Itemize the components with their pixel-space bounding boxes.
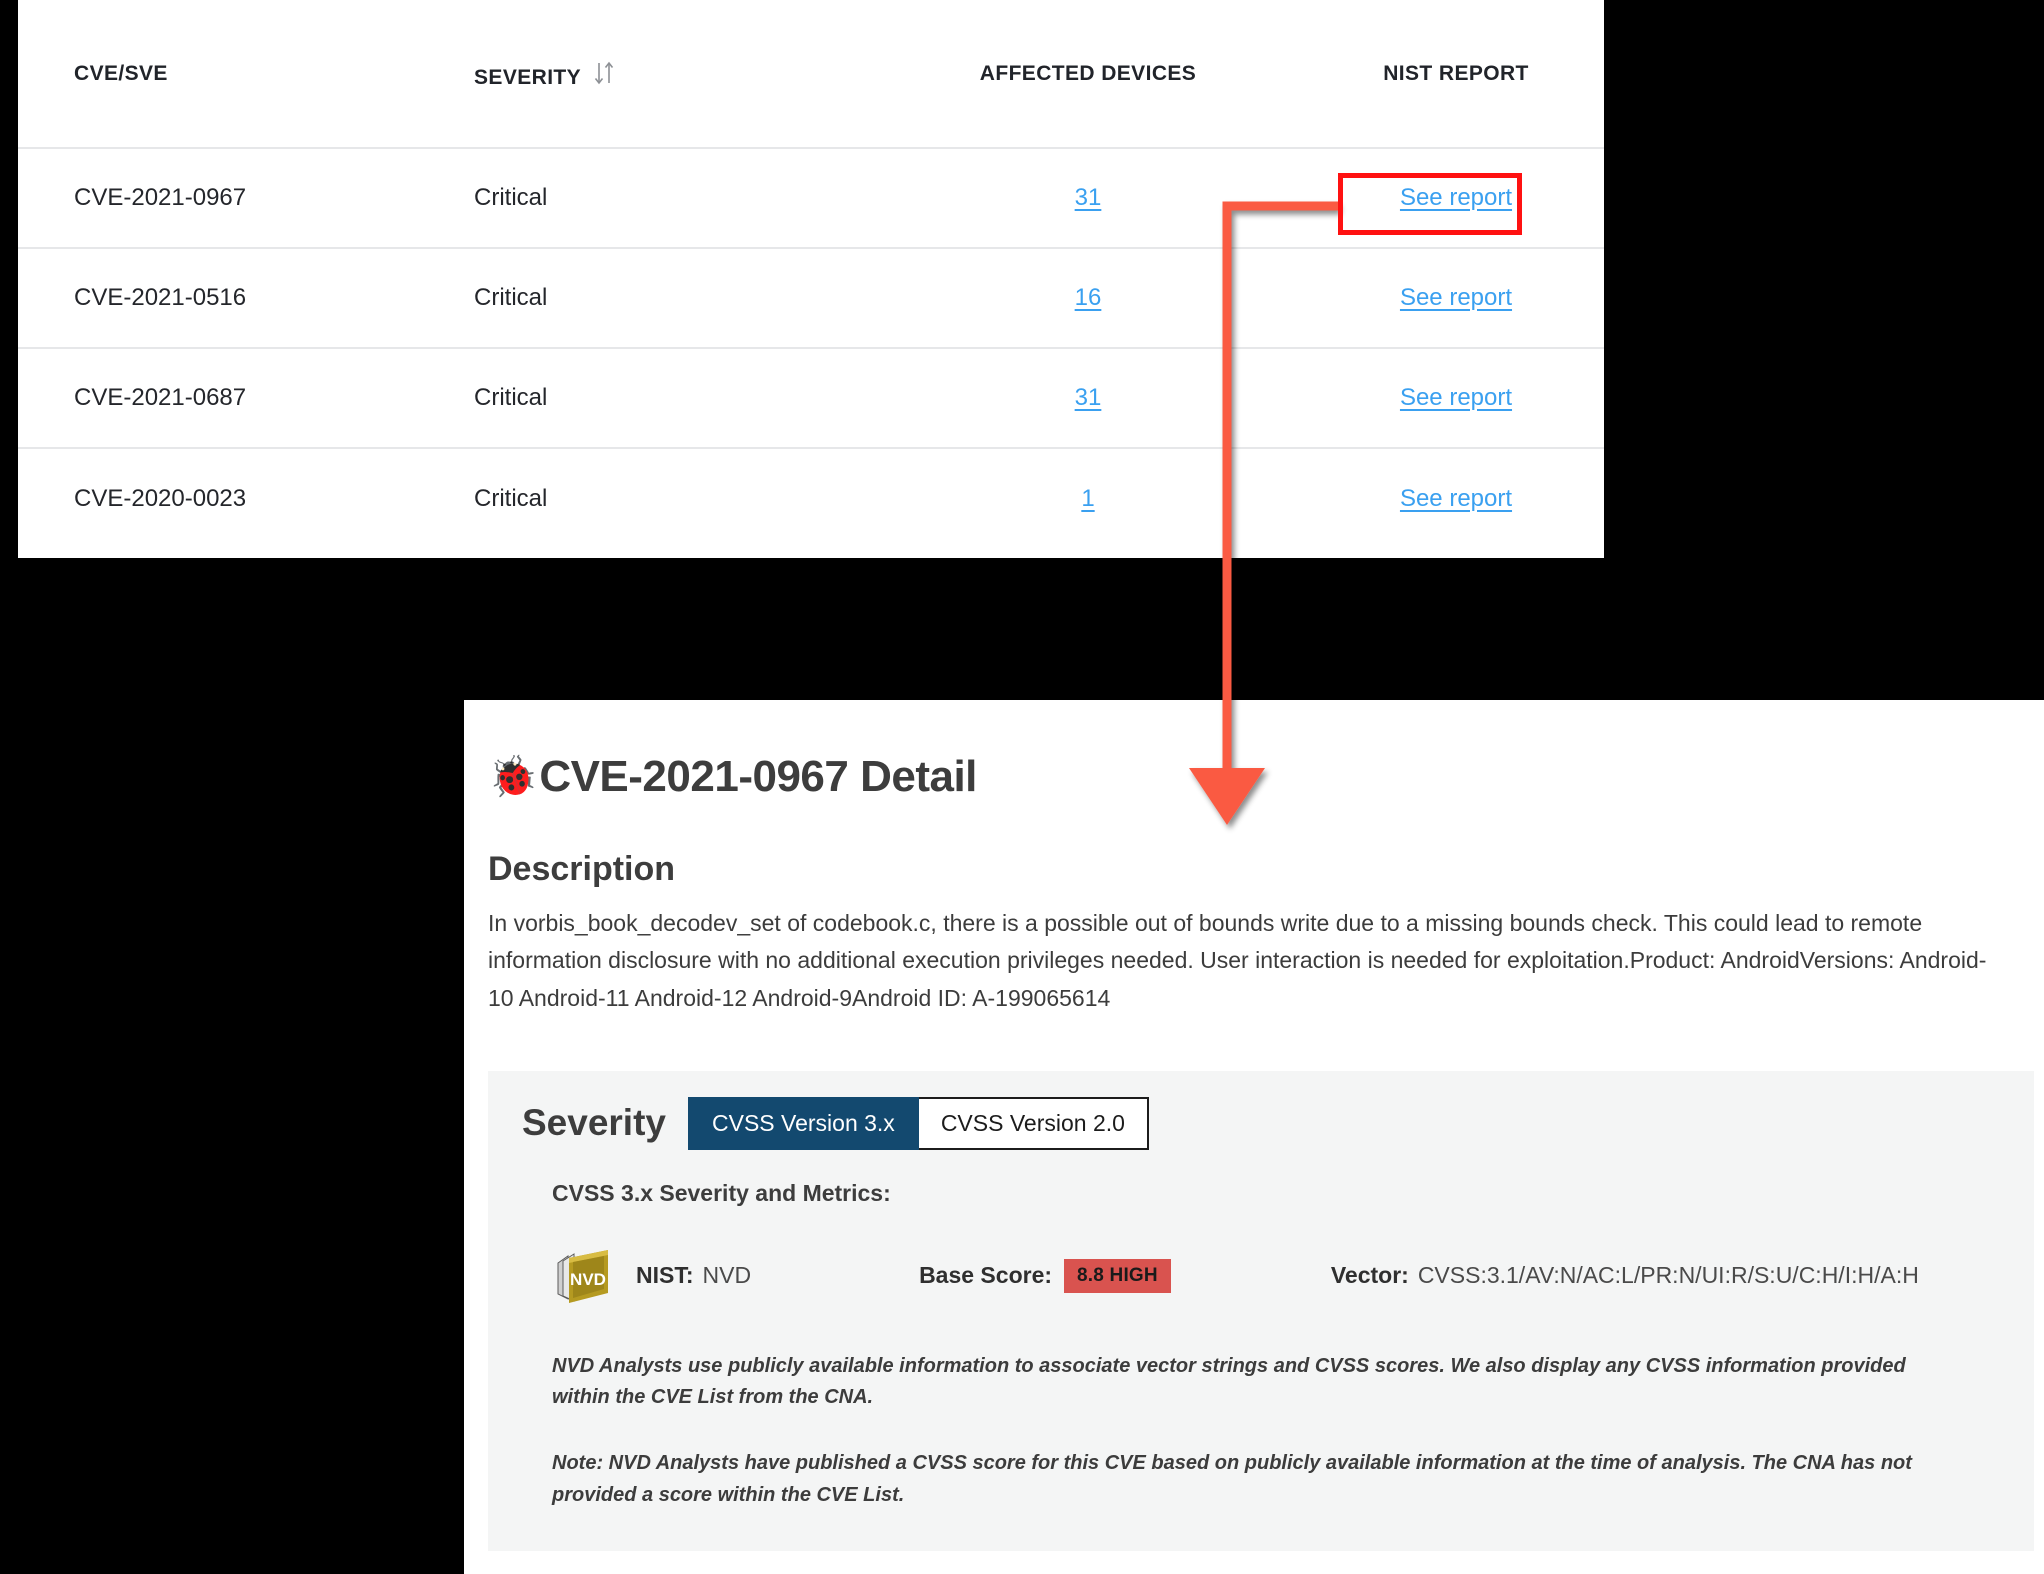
cell-cve: CVE-2021-0516 bbox=[18, 248, 428, 349]
column-header-severity[interactable]: SEVERITY bbox=[428, 0, 868, 149]
detail-page-title-text: CVE-2021-0967 Detail bbox=[539, 752, 977, 801]
column-header-nist-report-label: NIST REPORT bbox=[1383, 61, 1529, 85]
detail-page-title: 🐞 CVE-2021-0967 Detail bbox=[488, 752, 2004, 802]
cell-severity: Critical bbox=[428, 148, 868, 249]
description-heading: Description bbox=[488, 850, 676, 888]
table-row: CVE-2020-0023 Critical 1 See report bbox=[18, 448, 1604, 548]
vector-label: Vector: bbox=[1330, 1262, 1409, 1289]
cve-table: CVE/SVE SEVERITY AFFECTED DEVICES NIST R… bbox=[18, 0, 1604, 548]
cve-detail-panel: 🐞 CVE-2021-0967 Detail Description In vor… bbox=[464, 700, 2044, 1574]
svg-text:NVD: NVD bbox=[570, 1270, 606, 1289]
column-header-cve-label: CVE/SVE bbox=[74, 61, 168, 85]
description-text: In vorbis_book_decodev_set of codebook.c… bbox=[488, 910, 1987, 1011]
cell-affected-devices: 31 bbox=[868, 348, 1308, 449]
severity-title: Severity bbox=[522, 1102, 666, 1144]
cell-affected-devices: 16 bbox=[868, 248, 1308, 349]
nvd-analysts-note: NVD Analysts use publicly available info… bbox=[552, 1354, 1906, 1409]
cell-affected-devices: 1 bbox=[868, 448, 1308, 548]
see-report-link[interactable]: See report bbox=[1400, 284, 1512, 311]
severity-header-row: Severity CVSS Version 3.x CVSS Version 2… bbox=[522, 1096, 2000, 1150]
see-report-link[interactable]: See report bbox=[1400, 485, 1512, 512]
vector-group: Vector: CVSS:3.1/AV:N/AC:L/PR:N/UI:R/S:U… bbox=[1331, 1262, 1919, 1289]
severity-section: Severity CVSS Version 3.x CVSS Version 2… bbox=[488, 1070, 2034, 1552]
table-header: CVE/SVE SEVERITY AFFECTED DEVICES NIST R… bbox=[18, 0, 1604, 149]
column-header-severity-label: SEVERITY bbox=[474, 65, 582, 89]
see-report-link[interactable]: See report bbox=[1400, 184, 1512, 211]
base-score-label: Base Score: bbox=[919, 1262, 1053, 1289]
screenshot-stage: CVE/SVE SEVERITY AFFECTED DEVICES NIST R… bbox=[0, 0, 2044, 1574]
cell-severity: Critical bbox=[428, 248, 868, 349]
vector-value: CVSS:3.1/AV:N/AC:L/PR:N/UI:R/S:U/C:H/I:H… bbox=[1417, 1262, 1919, 1289]
table-row: CVE-2021-0687 Critical 31 See report bbox=[18, 348, 1604, 449]
cvss-metrics-row: NVD NIST: NVD Base Score: 8.8 HIGH Vecto… bbox=[552, 1245, 2000, 1307]
nvd-book-icon: NVD bbox=[552, 1245, 614, 1307]
table-row: CVE-2021-0516 Critical 16 See report bbox=[18, 248, 1604, 349]
cell-nist-report: See report bbox=[1308, 148, 1604, 249]
cell-severity: Critical bbox=[428, 348, 868, 449]
affected-devices-link[interactable]: 16 bbox=[1075, 284, 1102, 311]
affected-devices-link[interactable]: 31 bbox=[1075, 184, 1102, 211]
tab-cvss-v2[interactable]: CVSS Version 2.0 bbox=[918, 1096, 1149, 1150]
cell-severity: Critical bbox=[474, 484, 548, 512]
sort-updown-icon[interactable] bbox=[591, 58, 617, 88]
cell-cve: CVE-2021-0967 bbox=[18, 148, 428, 249]
nist-label: NIST: bbox=[636, 1262, 694, 1289]
base-score-group: Base Score: 8.8 HIGH bbox=[919, 1258, 1171, 1293]
column-header-cve[interactable]: CVE/SVE bbox=[18, 0, 428, 149]
nist-value: NVD bbox=[702, 1262, 752, 1289]
column-header-nist-report[interactable]: NIST REPORT bbox=[1308, 0, 1604, 149]
cve-table-panel: CVE/SVE SEVERITY AFFECTED DEVICES NIST R… bbox=[18, 0, 1604, 558]
table-header-row: CVE/SVE SEVERITY AFFECTED DEVICES NIST R… bbox=[18, 0, 1604, 149]
base-score-badge[interactable]: 8.8 HIGH bbox=[1064, 1258, 1171, 1293]
see-report-link[interactable]: See report bbox=[1400, 384, 1512, 411]
tab-cvss-v3[interactable]: CVSS Version 3.x bbox=[688, 1096, 919, 1150]
table-body: CVE-2021-0967 Critical 31 See report CVE… bbox=[18, 148, 1604, 548]
cell-affected-devices: 31 bbox=[868, 148, 1308, 249]
cell-nist-report: See report bbox=[1308, 448, 1604, 548]
cna-score-note: Note: NVD Analysts have published a CVSS… bbox=[552, 1451, 1912, 1506]
table-row: CVE-2021-0967 Critical 31 See report bbox=[18, 148, 1604, 249]
cell-nist-report: See report bbox=[1308, 348, 1604, 449]
cell-nist-report: See report bbox=[1308, 248, 1604, 349]
nist-source: NIST: NVD bbox=[636, 1262, 751, 1289]
affected-devices-link[interactable]: 31 bbox=[1075, 384, 1102, 411]
cvss-version-tabs: CVSS Version 3.x CVSS Version 2.0 bbox=[688, 1096, 1149, 1150]
column-header-affected-devices-label: AFFECTED DEVICES bbox=[979, 61, 1197, 85]
cell-cve: CVE-2020-0023 bbox=[74, 484, 247, 512]
column-header-affected-devices[interactable]: AFFECTED DEVICES bbox=[868, 0, 1308, 149]
affected-devices-link[interactable]: 1 bbox=[1081, 485, 1094, 512]
cell-cve: CVE-2021-0687 bbox=[18, 348, 428, 449]
cvss-metrics-label: CVSS 3.x Severity and Metrics: bbox=[552, 1179, 891, 1206]
bug-icon: 🐞 bbox=[488, 755, 538, 799]
